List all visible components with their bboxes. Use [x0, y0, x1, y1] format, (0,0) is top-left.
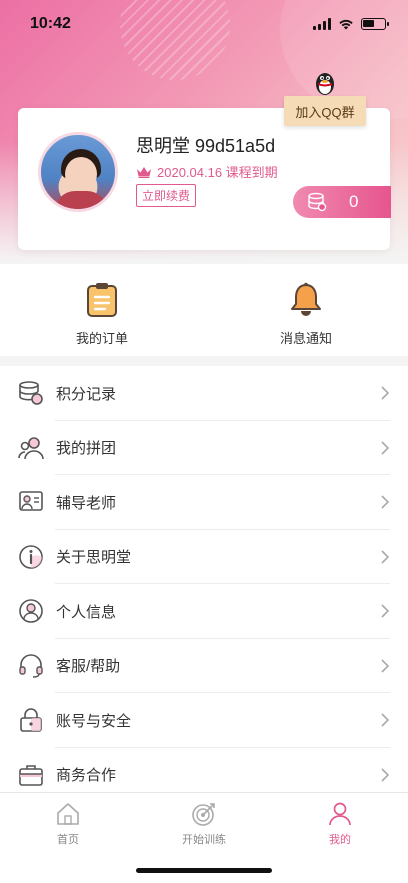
group-icon [18, 436, 44, 459]
menu-label: 积分记录 [56, 385, 117, 403]
home-indicator [136, 868, 272, 873]
points-balance[interactable]: 0 [293, 186, 391, 218]
battery-icon [361, 18, 389, 30]
teacher-icon [19, 491, 43, 512]
chevron-right-icon [381, 386, 390, 400]
chevron-right-icon [381, 713, 390, 727]
home-icon [57, 803, 79, 825]
chevron-right-icon [381, 604, 390, 618]
qq-group-label: 加入QQ群 [284, 96, 366, 126]
menu-label: 个人信息 [56, 603, 117, 621]
crown-icon [137, 166, 151, 178]
tab-label: 开始训练 [182, 834, 226, 846]
menu-item-points-records[interactable]: 积分记录 [0, 366, 408, 421]
coins-icon [19, 381, 43, 406]
menu-item-personal-info[interactable]: 个人信息 [0, 584, 408, 639]
chevron-right-icon [381, 441, 390, 455]
info-icon [19, 544, 43, 569]
menu-label: 账号与安全 [56, 712, 132, 730]
profile-icon [329, 802, 351, 826]
username: 思明堂 99d51a5d [136, 136, 276, 156]
quick-actions: 我的订单 消息通知 [0, 264, 408, 356]
wifi-icon [339, 19, 353, 30]
menu-item-about[interactable]: 关于思明堂 [0, 530, 408, 585]
tab-label: 我的 [329, 834, 351, 846]
settings-menu: 积分记录 我的拼团 辅导老师 关于思明堂 个人信息 客服/帮助 账号与安全 商务… [0, 366, 408, 802]
my-orders-button[interactable]: 我的订单 [0, 264, 204, 356]
status-bar: 10:42 [0, 0, 408, 48]
tab-home[interactable]: 首页 [0, 793, 136, 883]
join-qq-group-button[interactable]: 加入QQ群 [284, 70, 366, 130]
menu-label: 辅导老师 [56, 494, 117, 512]
user-icon [19, 599, 43, 624]
renew-button[interactable]: 立即续费 [136, 184, 197, 207]
chevron-right-icon [381, 550, 390, 564]
status-time: 10:42 [30, 15, 71, 32]
chevron-right-icon [381, 768, 390, 782]
coins-icon [308, 192, 327, 212]
bell-icon [291, 282, 321, 316]
menu-item-support[interactable]: 客服/帮助 [0, 639, 408, 694]
qq-penguin-icon [316, 73, 334, 95]
briefcase-icon [19, 764, 43, 786]
menu-label: 我的拼团 [56, 440, 117, 458]
tab-profile[interactable]: 我的 [272, 793, 408, 883]
menu-item-group-buy[interactable]: 我的拼团 [0, 421, 408, 476]
menu-label: 客服/帮助 [56, 658, 121, 676]
cellular-signal-icon [313, 18, 331, 30]
notifications-label: 消息通知 [279, 331, 332, 346]
menu-label: 商务合作 [56, 767, 117, 785]
membership-expire: 2020.04.16 课程到期 [136, 162, 278, 181]
tab-label: 首页 [57, 834, 79, 846]
clipboard-icon [87, 283, 117, 317]
expire-text: 2020.04.16 课程到期 [157, 165, 278, 180]
chevron-right-icon [381, 659, 390, 673]
avatar[interactable] [38, 132, 118, 212]
my-orders-label: 我的订单 [75, 331, 128, 346]
headset-icon [19, 653, 43, 678]
target-icon [192, 803, 215, 826]
menu-item-account-security[interactable]: 账号与安全 [0, 693, 408, 748]
menu-label: 关于思明堂 [56, 549, 132, 567]
lock-icon [20, 708, 42, 733]
chevron-right-icon [381, 495, 390, 509]
menu-item-tutor[interactable]: 辅导老师 [0, 475, 408, 530]
notifications-button[interactable]: 消息通知 [204, 264, 408, 356]
points-value: 0 [349, 192, 359, 211]
